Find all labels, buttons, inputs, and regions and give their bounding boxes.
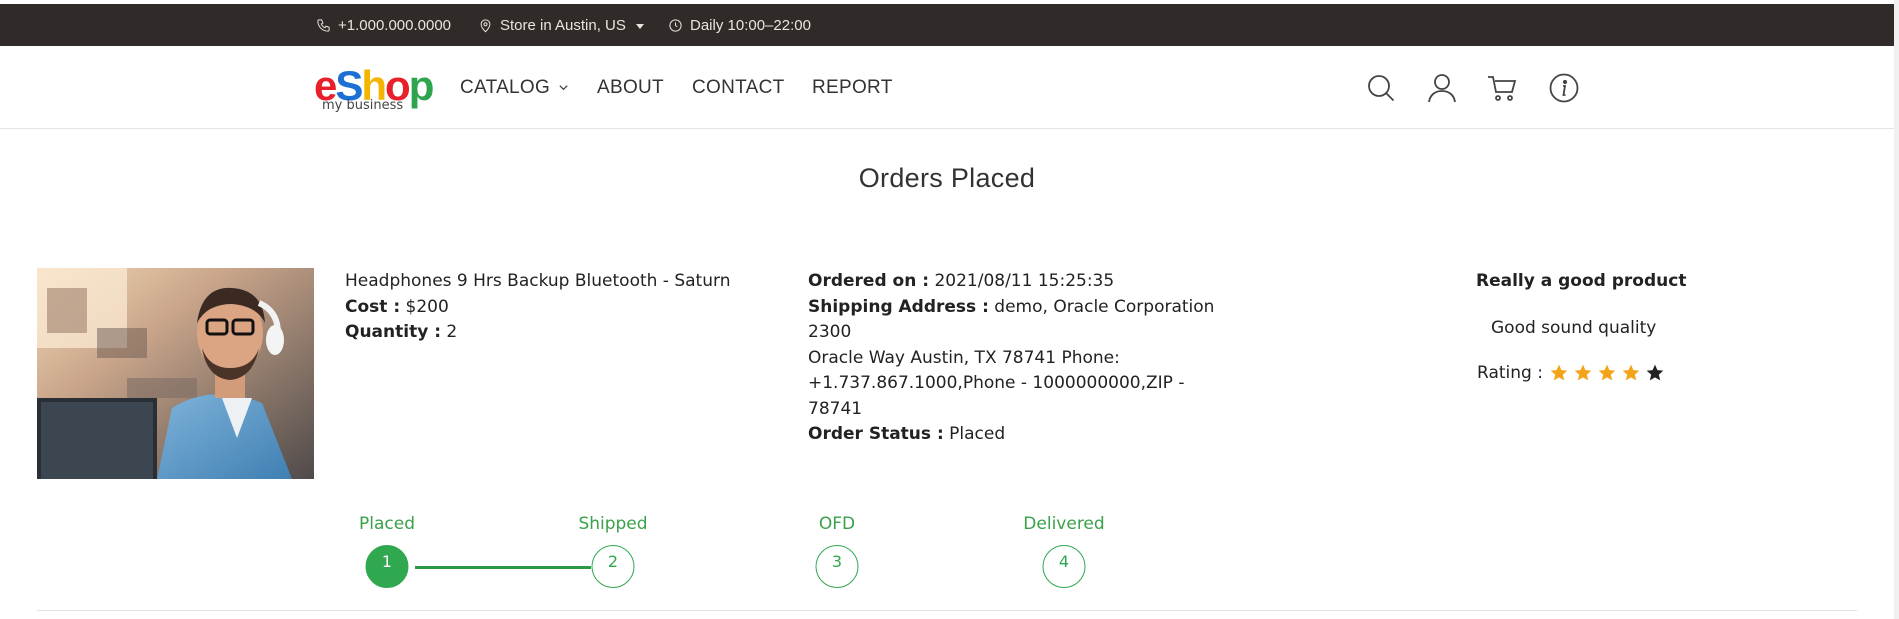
quantity-value: 2	[446, 322, 458, 342]
rating-label: Rating :	[1477, 363, 1543, 383]
scrollbar[interactable]	[1894, 0, 1899, 619]
info-button[interactable]	[1548, 72, 1580, 104]
phone-number: +1.000.000.0000	[338, 16, 452, 34]
shipping-row: Shipping Address : demo, Oracle Corporat…	[808, 295, 1228, 346]
phone-item[interactable]: +1.000.000.0000	[316, 4, 451, 46]
order-status-row: Order Status : Placed	[808, 422, 1228, 448]
clock-icon	[669, 18, 682, 32]
step-circle: 4	[1042, 545, 1086, 588]
nav-contact-label: CONTACT	[692, 76, 785, 98]
cost-value: $200	[405, 296, 449, 317]
review-text: Good sound quality	[1491, 318, 1657, 338]
nav-catalog-label: CATALOG	[460, 76, 551, 98]
step-label: Shipped	[578, 514, 648, 534]
rating-stars	[1549, 363, 1665, 383]
search-button[interactable]	[1365, 72, 1397, 104]
quantity-label: Quantity :	[345, 322, 442, 342]
caret-down-icon	[635, 23, 644, 29]
main-header: eShop my business CATALOG ABOUT CONTACT …	[0, 46, 1894, 129]
quantity-row: Quantity : 2	[345, 320, 730, 346]
order-status-label: Order Status :	[808, 424, 944, 444]
step-label: Delivered	[1023, 514, 1105, 534]
progress-line	[415, 566, 591, 569]
nav-report[interactable]: REPORT	[812, 46, 893, 129]
logo-letter: p	[408, 62, 435, 109]
star-empty-icon	[1646, 364, 1664, 381]
nav-about-label: ABOUT	[597, 76, 664, 98]
star-filled-icon	[1622, 364, 1640, 381]
search-icon	[1368, 75, 1395, 102]
shipping-line-2: Oracle Way Austin, TX 78741 Phone:	[808, 347, 1120, 368]
star-filled-icon	[1550, 364, 1568, 381]
product-image	[37, 268, 314, 479]
nav-report-label: REPORT	[812, 76, 893, 98]
star-filled-icon	[1598, 364, 1616, 381]
nav-catalog[interactable]: CATALOG	[460, 46, 569, 129]
product-name[interactable]: Headphones 9 Hrs Backup Bluetooth - Satu…	[345, 269, 730, 295]
step-label: OFD	[818, 514, 856, 534]
chevron-down-icon	[559, 85, 568, 91]
step-circle: 3	[815, 545, 859, 588]
ordered-on-value: 2021/08/11 15:25:35	[934, 271, 1115, 291]
product-info: Headphones 9 Hrs Backup Bluetooth - Satu…	[345, 269, 730, 346]
order-info: Ordered on : 2021/08/11 15:25:35 Shippin…	[808, 269, 1228, 448]
eshop-logo[interactable]: eShop my business	[314, 63, 434, 115]
nav-about[interactable]: ABOUT	[597, 46, 664, 129]
cart-icon	[1488, 76, 1517, 101]
step-circle: 2	[591, 545, 635, 588]
step-label: Placed	[359, 514, 415, 534]
product-photo	[37, 268, 314, 479]
info-icon	[1549, 73, 1579, 103]
shipping-line-3: +1.737.867.1000,Phone - 1000000000,ZIP -…	[808, 373, 1185, 419]
phone-icon	[317, 18, 330, 32]
ordered-on-label: Ordered on :	[808, 271, 930, 291]
cost-label: Cost :	[345, 296, 401, 317]
store-location: Store in Austin, US	[500, 16, 626, 34]
rating: Rating :	[1477, 363, 1665, 383]
user-icon	[1428, 74, 1456, 103]
logo-subtitle: my business	[322, 98, 404, 113]
order-status-value: Placed	[949, 424, 1006, 444]
divider	[37, 610, 1857, 611]
location-pin-icon	[480, 18, 491, 32]
shipping-label: Shipping Address :	[808, 296, 989, 317]
star-filled-icon	[1574, 364, 1592, 381]
nav-contact[interactable]: CONTACT	[692, 46, 785, 129]
page-title: Orders Placed	[858, 163, 1036, 193]
store-selector[interactable]: Store in Austin, US	[478, 4, 644, 46]
hours-item: Daily 10:00–22:00	[668, 4, 811, 46]
review-title: Really a good product	[1476, 271, 1687, 291]
step-circle: 1	[365, 545, 409, 588]
ordered-on-row: Ordered on : 2021/08/11 15:25:35	[808, 269, 1228, 295]
store-hours: Daily 10:00–22:00	[690, 16, 811, 34]
top-info-bar: +1.000.000.0000 Store in Austin, US Dail…	[0, 4, 1894, 46]
account-button[interactable]	[1426, 72, 1458, 104]
cost-row: Cost : $200	[345, 295, 730, 321]
cart-button[interactable]	[1486, 72, 1518, 104]
